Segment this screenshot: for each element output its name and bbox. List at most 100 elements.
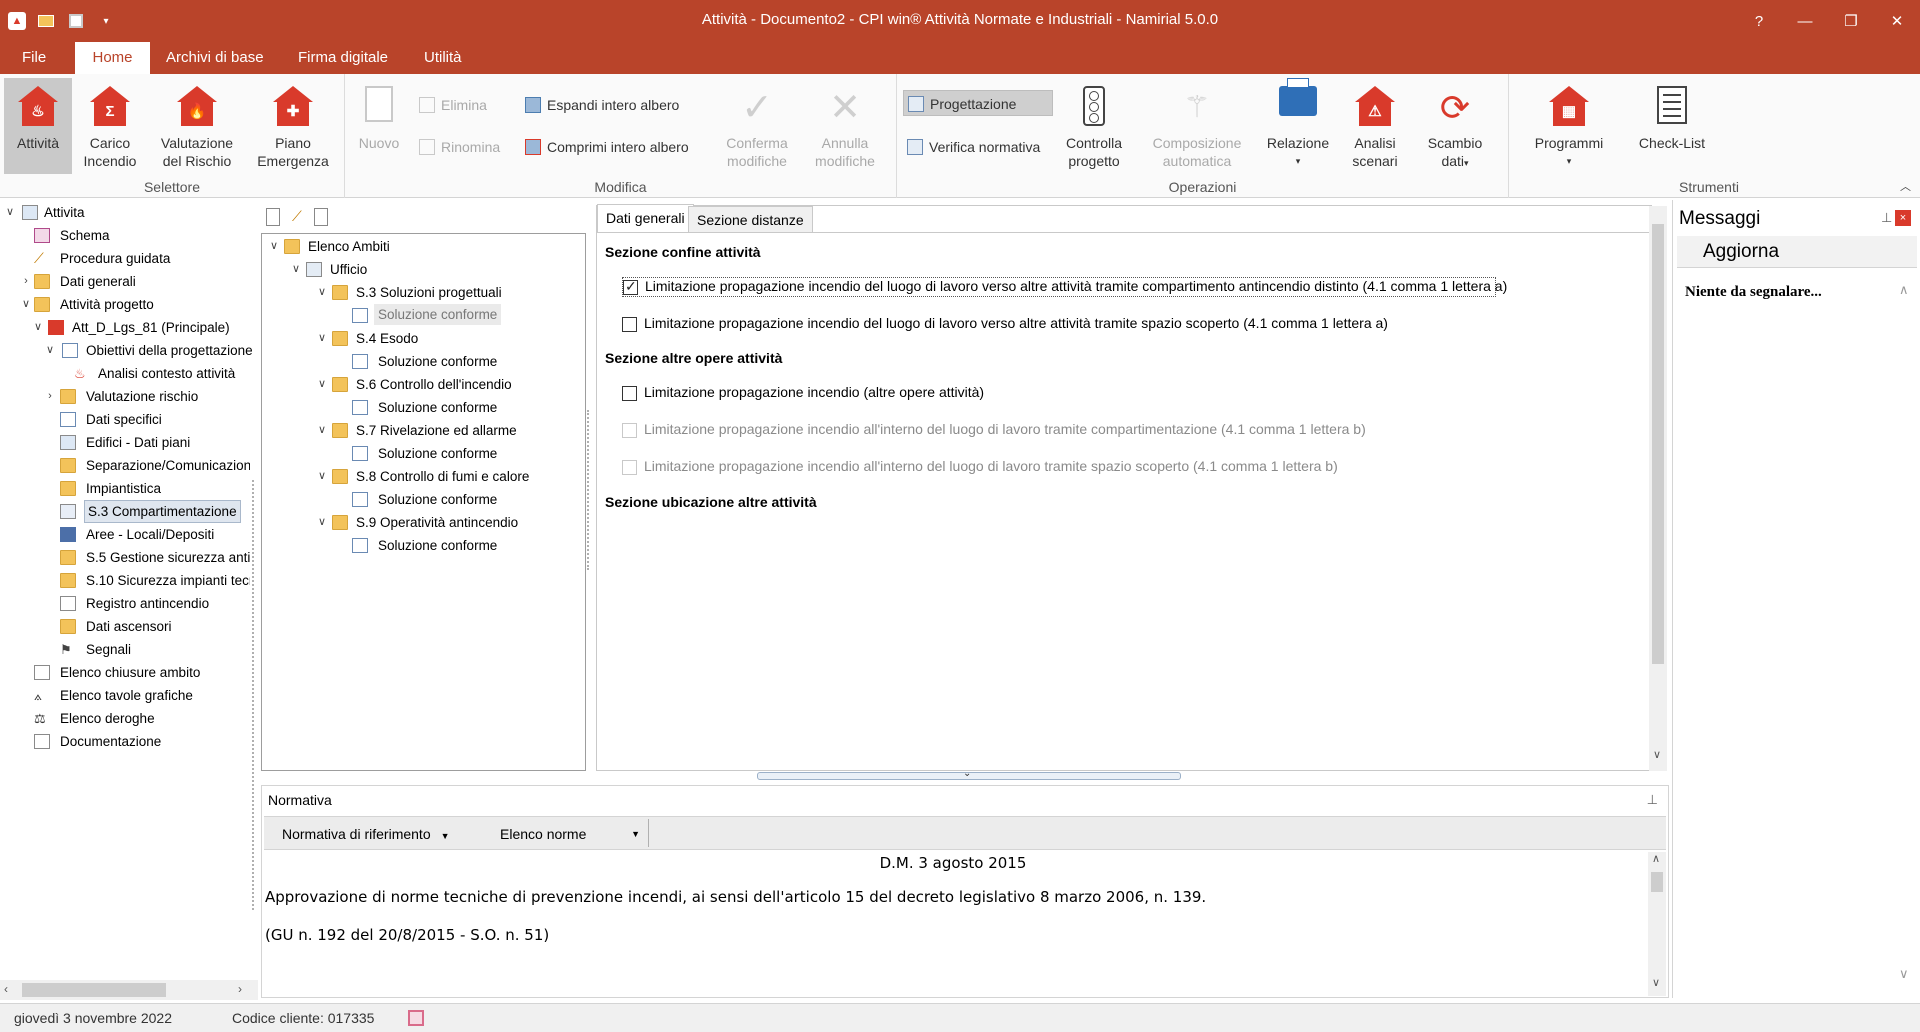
tree-node-aree[interactable]: Aree - Locali/Depositi [0,523,250,546]
checkbox-disabled[interactable] [622,460,637,475]
carico-incendio-button[interactable]: Σ Carico Incendio [76,78,144,174]
trash-icon[interactable] [313,208,328,226]
tab-file[interactable]: File [12,42,56,74]
tree-node-segnali[interactable]: ⚑ Segnali [0,638,250,661]
tree-node-s4-soluzione[interactable]: Soluzione conforme [266,350,566,373]
scroll-down-icon[interactable]: ∨ [1899,966,1909,982]
collapse-ribbon-icon[interactable]: ︿ [1900,178,1911,194]
checkbox-spazio-scoperto-interno[interactable]: Limitazione propagazione incendio all'in… [622,458,1496,478]
tree-node-documentazione[interactable]: Documentazione [0,730,250,753]
elimina-button[interactable]: Elimina [415,92,487,118]
tree-node-ascensori[interactable]: Dati ascensori [0,615,250,638]
tree-node-s9[interactable]: ∨ S.9 Operatività antincendio [266,511,566,534]
tree-node-s8[interactable]: ∨ S.8 Controllo di fumi e calore [266,465,581,488]
scambio-dati-button[interactable]: ⟳ Scambio dati▾ [1417,78,1493,174]
expand-icon[interactable]: › [20,270,32,293]
pin-icon[interactable]: ⊥ [1647,792,1658,808]
checkbox-spazio-scoperto[interactable]: Limitazione propagazione incendio del lu… [622,315,1496,335]
collapse-icon[interactable]: ∨ [316,419,328,442]
tab-dati-generali[interactable]: Dati generali [597,204,694,233]
dropdown-normativa-riferimento[interactable]: Normativa di riferimento ▼ [282,826,450,842]
tree-node-gestione-sicurezza[interactable]: S.5 Gestione sicurezza antincendio [0,546,250,569]
tree-node-s3[interactable]: ∨ S.3 Soluzioni progettuali [266,281,566,304]
checkbox-unchecked[interactable] [622,386,637,401]
horizontal-splitter[interactable]: ⌄ [757,768,1181,780]
piano-emergenza-button[interactable]: ✚ Piano Emergenza [250,78,336,174]
open-folder-icon[interactable] [36,11,56,31]
checklist-button[interactable]: Check-List [1627,78,1717,174]
collapse-icon[interactable]: ∨ [316,373,328,396]
nuovo-button[interactable]: Nuovo [353,78,405,174]
tree-node-attivita[interactable]: ∨ Attivita [0,201,250,224]
scroll-down-icon[interactable]: ∨ [1653,748,1661,761]
tree-node-impianti-tecnologici[interactable]: S.10 Sicurezza impianti tecnologici [0,569,250,592]
comprimi-button[interactable]: Comprimi intero albero [521,134,689,160]
collapse-icon[interactable]: ∨ [316,511,328,534]
splitter-grip[interactable] [252,480,256,910]
checkbox-compartimentazione-interna[interactable]: Limitazione propagazione incendio all'in… [622,421,1496,441]
tree-node-elenco-ambiti[interactable]: ∨ Elenco Ambiti [266,235,566,258]
checkbox-disabled[interactable] [622,423,637,438]
tree-node-impiantistica[interactable]: Impiantistica [0,477,250,500]
tree-node-s8-soluzione[interactable]: Soluzione conforme [266,488,566,511]
tree-node-dati-generali[interactable]: › Dati generali [0,270,250,293]
help-button[interactable]: ? [1736,0,1782,42]
collapse-icon[interactable]: ∨ [290,258,302,281]
tree-node-registro[interactable]: Registro antincendio [0,592,250,615]
tree-node-s9-soluzione[interactable]: Soluzione conforme [266,534,566,557]
tree-node-procedura[interactable]: ⟋ Procedura guidata [0,247,250,270]
tab-firma[interactable]: Firma digitale [288,42,398,74]
relazione-button[interactable]: Relazione ▾ [1261,78,1335,174]
expand-icon[interactable]: › [44,385,56,408]
annulla-modifiche-button[interactable]: ✕ Annulla modifiche [803,78,887,174]
tree-node-obiettivi[interactable]: ∨ Obiettivi della progettazione [0,339,258,362]
programmi-button[interactable]: ▦ Programmi ▾ [1519,78,1619,174]
conferma-modifiche-button[interactable]: ✓ Conferma modifiche [715,78,799,174]
pin-icon[interactable]: ⊥ [1881,210,1892,226]
collapse-icon[interactable]: ∨ [32,316,44,339]
tree-node-tavole[interactable]: ⟑ Elenco tavole grafiche [0,684,250,707]
scroll-left-icon[interactable]: ‹ [4,982,8,996]
close-icon[interactable]: × [1895,210,1911,226]
form-vscrollbar[interactable]: ∨ [1649,206,1667,771]
collapse-icon[interactable]: ∨ [268,235,280,258]
tree-node-principale[interactable]: ∨ Att_D_Lgs_81 (Principale) [0,316,258,339]
tree-node-edifici[interactable]: Edifici - Dati piani [0,431,250,454]
tree-node-attivita-progetto[interactable]: ∨ Attività progetto [0,293,250,316]
tree-node-s4[interactable]: ∨ S.4 Esodo [266,327,566,350]
checkbox-altre-opere[interactable]: Limitazione propagazione incendio (altre… [622,384,1496,404]
valutazione-rischio-button[interactable]: 🔥 Valutazione del Rischio [152,78,242,174]
checkbox-unchecked[interactable] [622,317,637,332]
new-item-icon[interactable] [266,208,280,226]
collapse-icon[interactable]: ∨ [316,281,328,304]
collapse-icon[interactable]: ∨ [20,293,32,316]
minimize-icon[interactable]: — [1782,0,1828,42]
aggiorna-button[interactable]: Aggiorna [1677,236,1917,268]
tree-node-valutazione-rischio[interactable]: › Valutazione rischio [0,385,250,408]
tab-utilita[interactable]: Utilità [414,42,472,74]
attivita-button[interactable]: ♨ Attività [4,78,72,174]
tab-archivi[interactable]: Archivi di base [156,42,274,74]
splitter-grip-middle[interactable] [587,410,591,570]
tree-node-s7-soluzione[interactable]: Soluzione conforme [266,442,566,465]
scroll-up-icon[interactable]: ∧ [1899,282,1909,298]
tree-node-schema[interactable]: Schema [0,224,250,247]
scroll-down-icon[interactable]: ∨ [1652,976,1660,989]
collapse-icon[interactable]: ∨ [4,201,16,224]
progettazione-button[interactable]: Progettazione [903,90,1053,116]
controlla-progetto-button[interactable]: Controlla progetto [1057,78,1131,174]
scrollbar-thumb[interactable] [22,983,166,997]
collapse-icon[interactable]: ∨ [316,327,328,350]
tree-node-separazione[interactable]: Separazione/Comunicazione [0,454,250,477]
scrollbar-thumb[interactable] [1652,224,1664,664]
restore-icon[interactable]: ❐ [1828,0,1874,42]
normativa-vscrollbar[interactable]: ∧ ∨ [1648,852,1666,996]
left-tree-hscrollbar[interactable]: ‹ › [0,980,258,1000]
rinomina-button[interactable]: Rinomina [415,134,500,160]
analisi-scenari-button[interactable]: ⚠ Analisi scenari [1339,78,1411,174]
scroll-right-icon[interactable]: › [238,982,242,996]
close-icon[interactable]: ✕ [1874,0,1920,42]
scrollbar-thumb[interactable] [1651,872,1663,892]
collapse-icon[interactable]: ∨ [44,339,56,362]
customize-qat-icon[interactable]: ▾ [96,11,116,31]
